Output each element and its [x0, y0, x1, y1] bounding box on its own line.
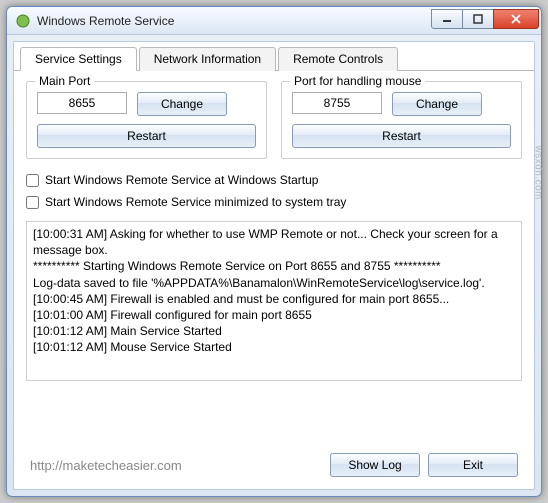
tray-label: Start Windows Remote Service minimized t…	[45, 195, 346, 209]
mouse-port-change-button[interactable]: Change	[392, 92, 482, 116]
tab-network-information[interactable]: Network Information	[139, 47, 276, 71]
maximize-button[interactable]	[462, 9, 494, 29]
tab-content: Main Port Change Restart Port for handli…	[14, 71, 534, 489]
port-row: Main Port Change Restart Port for handli…	[26, 81, 522, 159]
titlebar[interactable]: Windows Remote Service	[7, 7, 541, 35]
main-port-legend: Main Port	[35, 74, 94, 88]
tray-checkbox[interactable]	[26, 196, 39, 209]
startup-label: Start Windows Remote Service at Windows …	[45, 173, 318, 187]
exit-button[interactable]: Exit	[428, 453, 518, 477]
log-output: [10:00:31 AM] Asking for whether to use …	[26, 221, 522, 381]
main-port-group: Main Port Change Restart	[26, 81, 267, 159]
app-icon	[15, 13, 31, 29]
side-watermark: wsxdn.com	[533, 145, 544, 200]
main-port-change-button[interactable]: Change	[137, 92, 227, 116]
tab-service-settings[interactable]: Service Settings	[20, 47, 137, 71]
tray-checkbox-row[interactable]: Start Windows Remote Service minimized t…	[26, 195, 522, 209]
window-controls	[432, 9, 539, 29]
main-port-input[interactable]	[37, 92, 127, 114]
client-area: Service Settings Network Information Rem…	[13, 41, 535, 490]
watermark-text: http://maketecheasier.com	[30, 458, 182, 473]
tab-strip: Service Settings Network Information Rem…	[14, 42, 534, 71]
close-button[interactable]	[493, 9, 539, 29]
tab-remote-controls[interactable]: Remote Controls	[278, 47, 398, 71]
mouse-port-input[interactable]	[292, 92, 382, 114]
window-title: Windows Remote Service	[37, 14, 432, 28]
options-group: Start Windows Remote Service at Windows …	[26, 173, 522, 209]
startup-checkbox[interactable]	[26, 174, 39, 187]
startup-checkbox-row[interactable]: Start Windows Remote Service at Windows …	[26, 173, 522, 187]
mouse-port-legend: Port for handling mouse	[290, 74, 425, 88]
mouse-port-group: Port for handling mouse Change Restart	[281, 81, 522, 159]
mouse-port-restart-button[interactable]: Restart	[292, 124, 511, 148]
footer-bar: http://maketecheasier.com Show Log Exit	[26, 443, 522, 479]
main-port-restart-button[interactable]: Restart	[37, 124, 256, 148]
minimize-button[interactable]	[431, 9, 463, 29]
show-log-button[interactable]: Show Log	[330, 453, 420, 477]
app-window: Windows Remote Service Service Settings …	[6, 6, 542, 497]
